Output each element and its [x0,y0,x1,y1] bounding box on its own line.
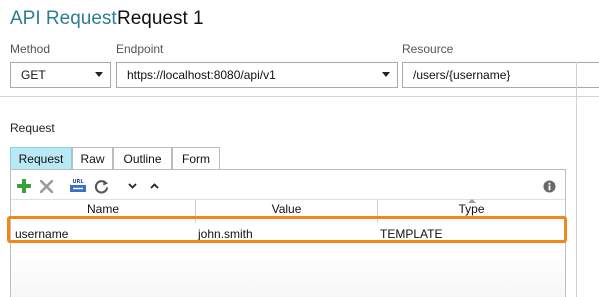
request-name-title: Request 1 [117,8,204,29]
endpoint-select[interactable]: https://localhost:8080/api/v1 [116,62,398,88]
move-up-icon[interactable] [148,177,160,195]
refresh-icon[interactable] [92,177,110,195]
url-encode-icon[interactable]: URL [68,177,88,195]
svg-text:URL: URL [72,179,84,185]
delete-icon[interactable] [38,177,54,195]
editor-right-border [576,62,577,297]
info-icon[interactable] [541,177,557,195]
column-header-type[interactable]: Type [378,199,565,217]
method-label: Method [10,42,51,56]
header-divider [0,96,599,97]
table-header: Name Value Type [11,199,565,218]
column-header-name[interactable]: Name [11,200,195,217]
column-header-type-label: Type [458,201,485,216]
resource-input[interactable]: /users/{username} [402,62,599,88]
endpoint-label: Endpoint [116,42,164,56]
chevron-down-icon[interactable] [382,72,390,77]
resource-value: /users/{username} [413,68,511,82]
move-down-icon[interactable] [126,177,138,195]
cell-name[interactable]: username [15,223,193,245]
tab-outline[interactable]: Outline [113,147,172,169]
chevron-down-icon[interactable] [95,72,103,77]
tab-form[interactable]: Form [172,147,220,169]
tab-raw[interactable]: Raw [72,147,113,169]
column-header-value-label: Value [271,201,302,216]
method-value: GET [21,68,46,82]
add-icon[interactable] [16,177,32,195]
method-select[interactable]: GET [10,62,111,88]
request-section-label: Request [10,121,55,135]
table-empty-area [11,246,565,297]
cell-value[interactable]: john.smith [198,223,376,245]
sort-caret-icon [467,199,476,203]
column-header-value[interactable]: Value [196,200,377,217]
column-header-name-label: Name [86,201,119,216]
table-row[interactable]: username john.smith TEMPLATE [11,223,565,245]
cell-type[interactable]: TEMPLATE [380,223,560,245]
request-type-title: API Request [10,8,117,29]
resource-label: Resource [402,42,454,56]
tab-request[interactable]: Request [10,147,72,169]
endpoint-value: https://localhost:8080/api/v1 [127,68,276,82]
